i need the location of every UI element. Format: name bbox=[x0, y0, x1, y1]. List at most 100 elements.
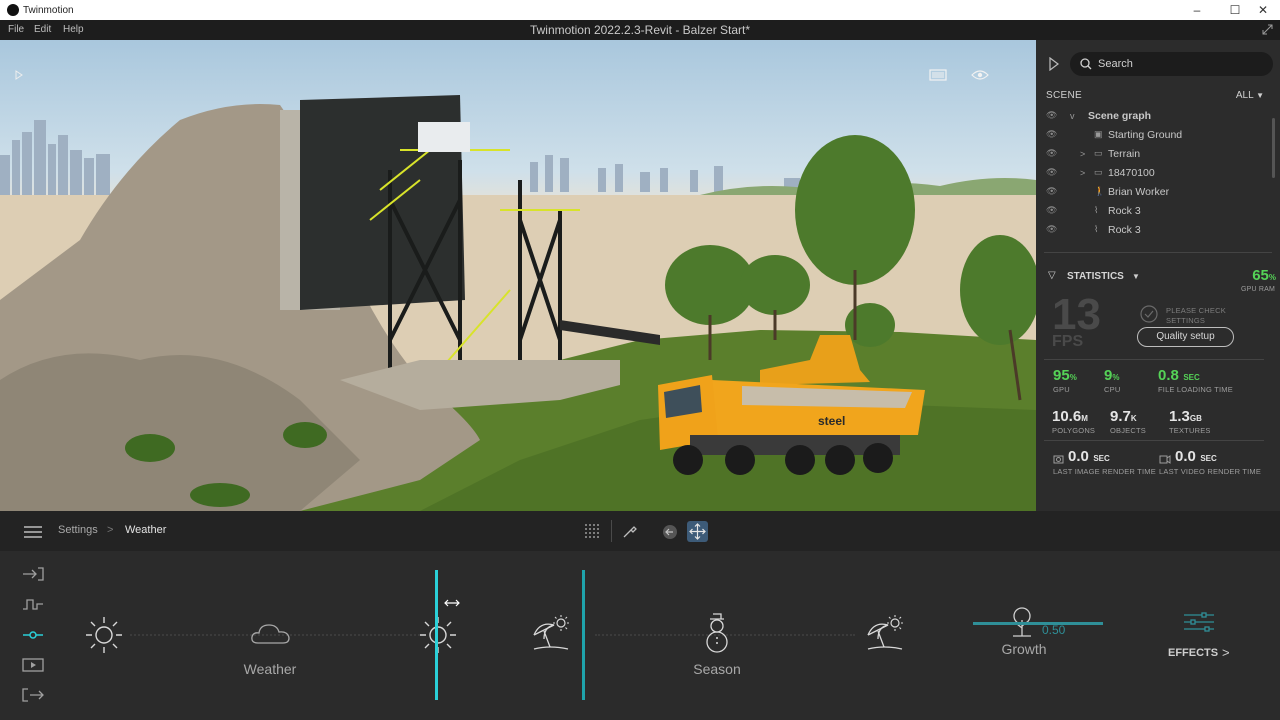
tree-item[interactable]: 👁 ⌇ Rock 3 bbox=[1036, 220, 1272, 239]
last-image-value: 0.0 bbox=[1068, 448, 1089, 465]
menu-help[interactable]: Help bbox=[63, 24, 84, 35]
menu-file[interactable]: File bbox=[8, 24, 24, 35]
export-icon[interactable] bbox=[22, 688, 44, 702]
eye-icon[interactable]: 👁 bbox=[1046, 167, 1057, 178]
sun-icon[interactable] bbox=[418, 615, 458, 655]
minimize-button[interactable]: – bbox=[1180, 0, 1214, 20]
eye-icon[interactable]: 👁 bbox=[1046, 224, 1057, 235]
summer-umbrella-icon[interactable] bbox=[530, 613, 572, 655]
document-title: Twinmotion 2022.2.3-Revit - Balzer Start… bbox=[529, 23, 751, 37]
textures-label: TEXTURES bbox=[1169, 426, 1211, 435]
quality-setup-button[interactable]: Quality setup bbox=[1137, 327, 1234, 347]
gpu-value: 95 bbox=[1053, 367, 1070, 384]
textures-unit: GB bbox=[1189, 414, 1202, 423]
folder-icon: ▭ bbox=[1094, 167, 1103, 177]
tree-item[interactable]: 👁 🚶 Brian Worker bbox=[1036, 182, 1272, 201]
cpu-label: CPU bbox=[1104, 385, 1121, 394]
tree-item-label: Brian Worker bbox=[1108, 185, 1170, 198]
3d-viewport[interactable]: steel bbox=[0, 40, 1036, 511]
expand-toggle[interactable]: > bbox=[1080, 149, 1085, 159]
textures-stat: 1.3GB TEXTURES bbox=[1169, 408, 1211, 435]
expand-toggle[interactable]: > bbox=[1080, 168, 1085, 178]
weather-slider-handle[interactable] bbox=[435, 570, 438, 700]
statistics-title: STATISTICS bbox=[1067, 271, 1124, 282]
eye-icon[interactable]: 👁 bbox=[1046, 205, 1057, 216]
gpu-ram-stat: 65% bbox=[1242, 267, 1276, 285]
twinmotion-logo-icon bbox=[7, 4, 19, 16]
tree-item-label: Rock 3 bbox=[1108, 223, 1141, 236]
last-image-label: LAST IMAGE RENDER TIME bbox=[1053, 467, 1156, 476]
expand-left-icon[interactable] bbox=[14, 70, 24, 80]
import-icon[interactable] bbox=[22, 567, 44, 581]
right-panel: Search SCENE ALL ▼ 👁 v Scene graph 👁 ▣ S… bbox=[1036, 40, 1280, 511]
file-loading-value: 0.8 bbox=[1158, 367, 1179, 384]
search-box[interactable]: Search bbox=[1070, 52, 1273, 76]
search-input[interactable]: Search bbox=[1098, 58, 1133, 70]
summer-umbrella-icon[interactable] bbox=[864, 613, 906, 655]
move-tool-button[interactable] bbox=[687, 521, 708, 542]
tree-item[interactable]: 👁 v Scene graph bbox=[1036, 108, 1272, 125]
breadcrumb-settings[interactable]: Settings bbox=[58, 524, 98, 536]
warning-settings-icon bbox=[1140, 305, 1158, 323]
last-image-unit: SEC bbox=[1093, 454, 1110, 463]
fps-value: 13 bbox=[1052, 290, 1101, 339]
sun-icon[interactable] bbox=[84, 615, 124, 655]
tree-item[interactable]: 👁 > ▭ 18470100 bbox=[1036, 163, 1272, 182]
chevron-down-icon[interactable]: ▼ bbox=[1132, 272, 1140, 281]
tree-item[interactable]: 👁 ▣ Starting Ground bbox=[1036, 125, 1272, 144]
expand-toggle[interactable]: v bbox=[1070, 111, 1075, 121]
context-icon[interactable] bbox=[22, 597, 44, 611]
growth-slider[interactable] bbox=[973, 622, 1103, 625]
eye-icon[interactable]: 👁 bbox=[1046, 148, 1057, 159]
eye-view-icon[interactable] bbox=[971, 69, 989, 81]
scene-filter-dropdown[interactable]: ALL ▼ bbox=[1236, 90, 1264, 101]
tree-item-label: Starting Ground bbox=[1108, 128, 1183, 141]
growth-value: 0.50 bbox=[1042, 623, 1066, 637]
rock-icon: ⌇ bbox=[1094, 205, 1099, 215]
move-arrows-icon bbox=[689, 523, 706, 540]
objects-value: 9.7 bbox=[1110, 408, 1131, 425]
scene-filter-label: ALL bbox=[1235, 90, 1254, 101]
tree-item[interactable]: 👁 > ▭ Terrain bbox=[1036, 144, 1272, 163]
last-video-value: 0.0 bbox=[1175, 448, 1196, 465]
file-loading-unit: SEC bbox=[1183, 373, 1200, 382]
settings-slider-icon[interactable] bbox=[22, 628, 44, 642]
media-icon[interactable] bbox=[22, 658, 44, 672]
breadcrumb-current: Weather bbox=[125, 524, 167, 536]
season-slider-handle[interactable] bbox=[582, 570, 585, 700]
eye-icon[interactable]: 👁 bbox=[1046, 110, 1057, 121]
grid-dots-icon[interactable] bbox=[584, 523, 600, 539]
tree-item[interactable]: 👁 ⌇ Rock 3 bbox=[1036, 201, 1272, 220]
fullscreen-icon[interactable] bbox=[1262, 24, 1273, 35]
gpu-label: GPU bbox=[1053, 385, 1070, 394]
camera-icon bbox=[1053, 455, 1064, 464]
eye-icon[interactable]: 👁 bbox=[1046, 186, 1057, 197]
back-arrow-icon[interactable] bbox=[662, 524, 678, 540]
scene-title: SCENE bbox=[1046, 90, 1082, 101]
tree-scrollbar[interactable] bbox=[1272, 118, 1275, 178]
snowman-icon[interactable] bbox=[700, 613, 734, 655]
eye-icon[interactable]: 👁 bbox=[1046, 129, 1057, 140]
video-camera-icon bbox=[1159, 455, 1171, 464]
gpu-stat: 95% GPU bbox=[1053, 367, 1077, 394]
search-icon bbox=[1080, 58, 1092, 70]
close-button[interactable]: ✕ bbox=[1246, 0, 1280, 20]
hamburger-menu-icon[interactable] bbox=[24, 526, 42, 538]
fps-label: FPS bbox=[1052, 333, 1084, 350]
scene-graph-tree: 👁 v Scene graph 👁 ▣ Starting Ground 👁 > … bbox=[1036, 108, 1280, 242]
effects-button[interactable]: EFFECTS bbox=[1168, 647, 1218, 659]
frame-icon[interactable] bbox=[929, 69, 947, 81]
check-settings-text: PLEASE CHECK SETTINGS bbox=[1166, 306, 1226, 325]
collapse-stats-icon[interactable]: ▽ bbox=[1048, 270, 1056, 281]
eyedropper-icon[interactable] bbox=[622, 523, 638, 539]
person-icon: 🚶 bbox=[1094, 186, 1106, 196]
menu-edit[interactable]: Edit bbox=[34, 24, 51, 35]
growth-label: Growth bbox=[1001, 641, 1047, 657]
tree-item-label: Terrain bbox=[1108, 147, 1141, 160]
objects-stat: 9.7K OBJECTS bbox=[1110, 408, 1146, 435]
effects-sliders-icon[interactable] bbox=[1183, 611, 1215, 633]
collapse-panel-icon[interactable] bbox=[1048, 57, 1060, 71]
cloud-icon[interactable] bbox=[250, 621, 292, 647]
chevron-right-icon[interactable]: > bbox=[1222, 645, 1230, 660]
cpu-stat: 9% CPU bbox=[1104, 367, 1120, 394]
